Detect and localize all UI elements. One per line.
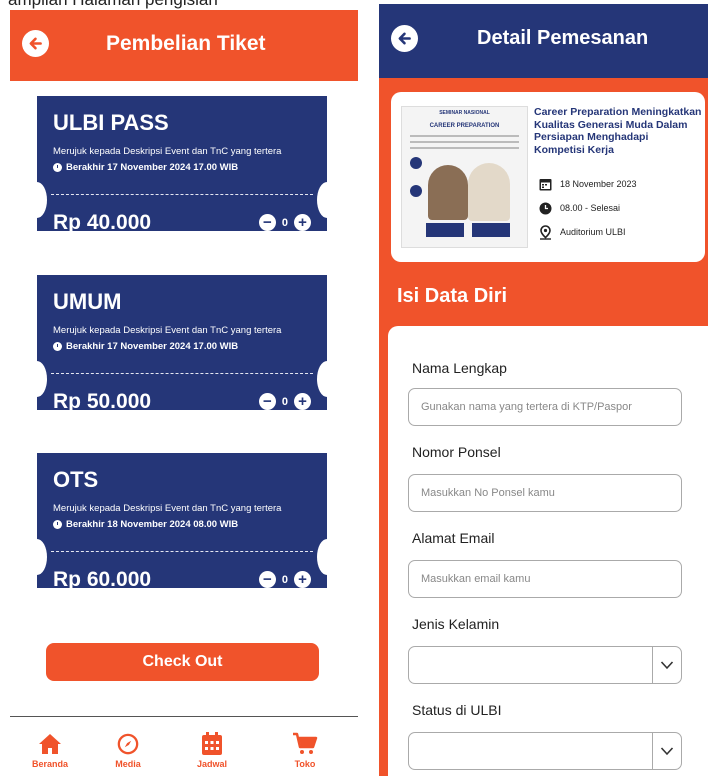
phone-label: Nomor Ponsel xyxy=(412,444,501,460)
ticket-price: Rp 60.000 xyxy=(53,568,152,591)
order-detail-screen: Detail Pemesanan SEMINAR NASIONAL CAREER… xyxy=(379,4,708,776)
nav-item-media[interactable]: Media xyxy=(98,731,158,769)
decrement-button[interactable]: − xyxy=(258,214,276,231)
event-date: 18 November 2023 xyxy=(538,177,637,191)
section-title: Isi Data Diri xyxy=(397,285,508,307)
speaker-photo xyxy=(468,163,510,221)
ticket-deadline: Berakhir 17 November 2024 17.00 WIB xyxy=(53,162,238,173)
increment-button[interactable]: + xyxy=(294,214,311,231)
cart-icon xyxy=(293,732,318,754)
ticket-deadline: Berakhir 17 November 2024 17.00 WIB xyxy=(53,341,238,352)
calendar-icon xyxy=(202,732,222,755)
personal-data-form: Nama Lengkap Gunakan nama yang tertera d… xyxy=(388,326,708,776)
location-pin-icon xyxy=(539,224,551,240)
compass-icon xyxy=(117,733,139,755)
calendar-icon xyxy=(539,179,551,191)
ticket-description: Merujuk kepada Deskripsi Event dan TnC y… xyxy=(53,503,282,514)
back-button[interactable] xyxy=(391,25,418,52)
bottom-navigation: Beranda Media Jadwal Toko xyxy=(10,716,358,777)
poster-subtitle: SEMINAR NASIONAL xyxy=(439,110,490,116)
back-button[interactable] xyxy=(22,30,49,57)
nav-item-jadwal[interactable]: Jadwal xyxy=(182,731,242,769)
arrow-left-icon xyxy=(398,32,411,45)
decrement-button[interactable]: − xyxy=(258,393,276,410)
ticket-description: Merujuk kepada Deskripsi Event dan TnC y… xyxy=(53,325,282,336)
ticket-card: UMUM Merujuk kepada Deskripsi Event dan … xyxy=(27,275,337,413)
decrement-button[interactable]: − xyxy=(258,571,276,588)
quantity-stepper: − 0 + xyxy=(258,393,311,410)
email-label: Alamat Email xyxy=(412,530,495,546)
nav-item-toko[interactable]: Toko xyxy=(275,731,335,769)
gender-select[interactable] xyxy=(408,646,682,684)
ticket-description: Merujuk kepada Deskripsi Event dan TnC y… xyxy=(53,146,282,157)
home-icon xyxy=(39,734,61,754)
quantity-value: 0 xyxy=(281,395,288,408)
page-title: Pembelian Tiket xyxy=(106,32,266,55)
ticket-name: ULBI PASS xyxy=(53,110,169,135)
ticket-card: OTS Merujuk kepada Deskripsi Event dan T… xyxy=(27,453,337,591)
status-select[interactable] xyxy=(408,732,682,770)
chevron-down-icon xyxy=(660,747,674,756)
quantity-value: 0 xyxy=(281,573,288,586)
email-field[interactable]: Masukkan email kamu xyxy=(408,560,682,598)
poster-title: CAREER PREPARATION xyxy=(429,123,500,129)
quantity-value: 0 xyxy=(281,216,288,229)
clock-icon xyxy=(53,163,62,172)
increment-button[interactable]: + xyxy=(294,571,311,588)
increment-button[interactable]: + xyxy=(294,393,311,410)
clock-icon xyxy=(539,202,551,214)
name-label: Nama Lengkap xyxy=(412,360,507,376)
nav-item-beranda[interactable]: Beranda xyxy=(20,731,80,769)
speaker-photo xyxy=(428,165,468,220)
name-field[interactable]: Gunakan nama yang tertera di KTP/Paspor xyxy=(408,388,682,426)
event-poster: SEMINAR NASIONAL CAREER PREPARATION xyxy=(401,106,528,248)
ticket-name: OTS xyxy=(53,467,99,492)
phone-field[interactable]: Masukkan No Ponsel kamu xyxy=(408,474,682,512)
page-title: Detail Pemesanan xyxy=(477,27,649,49)
clock-icon xyxy=(53,520,62,529)
header-bar: Detail Pemesanan xyxy=(379,4,708,78)
gender-label: Jenis Kelamin xyxy=(412,616,500,632)
header-bar: Pembelian Tiket xyxy=(10,10,358,81)
ticket-price: Rp 50.000 xyxy=(53,390,152,413)
arrow-left-icon xyxy=(29,37,42,50)
ticket-deadline: Berakhir 18 November 2024 08.00 WIB xyxy=(53,519,238,530)
ticket-purchase-screen: Pembelian Tiket ULBI PASS Merujuk kepada… xyxy=(10,10,358,777)
event-card: SEMINAR NASIONAL CAREER PREPARATION Care… xyxy=(391,92,705,262)
ticket-name: UMUM xyxy=(53,289,122,314)
chevron-down-icon xyxy=(660,661,674,670)
event-title: Career Preparation Meningkatkan Kualitas… xyxy=(534,106,702,156)
clock-icon xyxy=(53,342,62,351)
event-time: 08.00 - Selesai xyxy=(538,201,620,215)
event-location: Auditorium ULBI xyxy=(538,224,626,240)
status-label: Status di ULBI xyxy=(412,702,502,718)
quantity-stepper: − 0 + xyxy=(258,214,311,231)
quantity-stepper: − 0 + xyxy=(258,571,311,588)
ticket-price: Rp 40.000 xyxy=(53,211,152,234)
checkout-button[interactable]: Check Out xyxy=(46,643,319,681)
ticket-card: ULBI PASS Merujuk kepada Deskripsi Event… xyxy=(27,96,337,234)
